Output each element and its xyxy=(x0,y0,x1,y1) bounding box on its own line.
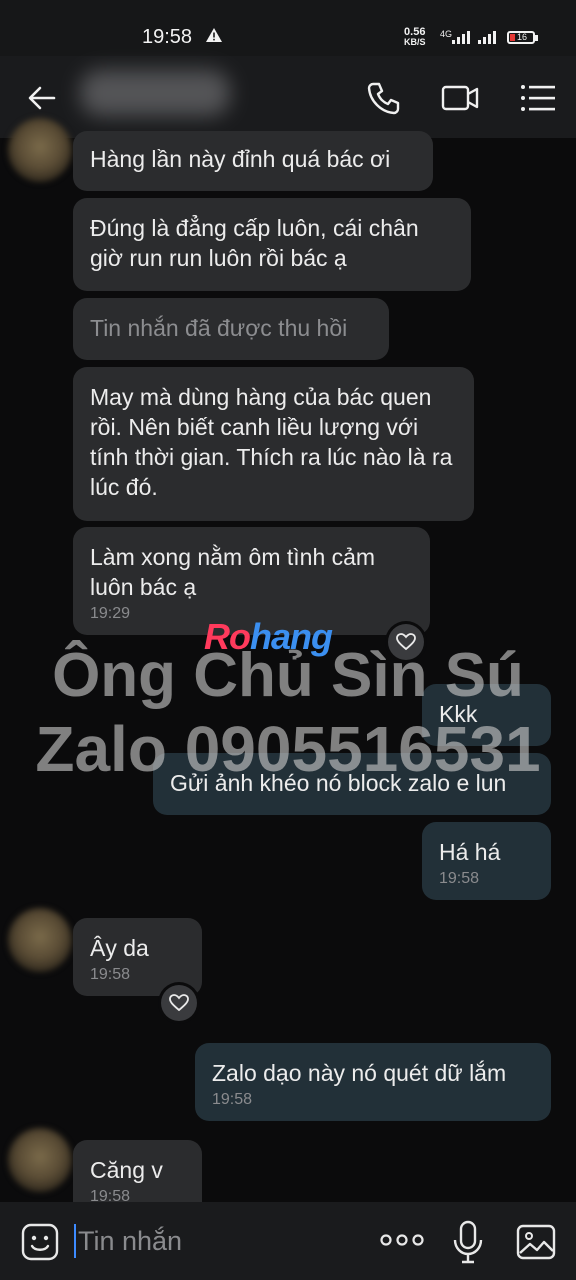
message-text: Zalo dạo này nó quét dữ lắm xyxy=(212,1060,507,1086)
message-text: May mà dùng hàng của bác quen rồi. Nên b… xyxy=(90,384,453,500)
message-text: Hàng lần này đỉnh quá bác ơi xyxy=(90,146,391,172)
watermark-line-1: Ông Chủ Sìn Sú xyxy=(52,641,524,710)
battery-level: 16 xyxy=(517,32,528,42)
message-bubble-incoming[interactable]: Hàng lần này đỉnh quá bác ơi xyxy=(73,131,433,191)
message-text: Làm xong nằm ôm tình cảm luôn bác ạ xyxy=(90,544,376,600)
warning-icon xyxy=(206,28,222,42)
message-bubble-incoming[interactable]: May mà dùng hàng của bác quen rồi. Nên b… xyxy=(73,367,474,521)
signal-icon xyxy=(452,30,470,44)
react-heart-button[interactable] xyxy=(161,985,197,1021)
message-time: 19:58 xyxy=(439,870,480,887)
message-time: 19:58 xyxy=(90,1188,131,1202)
back-arrow-icon[interactable] xyxy=(24,80,60,116)
avatar[interactable] xyxy=(8,1128,72,1192)
message-text: Đúng là đẳng cấp luôn, cái chân giờ run … xyxy=(90,215,419,271)
message-bubble-incoming[interactable]: Đúng là đẳng cấp luôn, cái chân giờ run … xyxy=(73,198,471,291)
recalled-message-text: Tin nhắn đã được thu hồi xyxy=(90,315,348,341)
network-type: 4G xyxy=(440,29,453,39)
net-speed-unit: KB/S xyxy=(404,37,426,47)
signal-icon-2 xyxy=(478,30,496,44)
menu-list-icon[interactable] xyxy=(518,78,558,118)
message-time: 19:58 xyxy=(90,966,131,983)
heart-icon xyxy=(169,994,189,1012)
message-bubble-incoming[interactable]: Ây da 19:58 xyxy=(73,918,202,996)
message-text: Căng v xyxy=(90,1157,163,1183)
message-time: 19:58 xyxy=(212,1091,253,1108)
text-caret xyxy=(74,1224,76,1258)
watermark-line-2: Zalo 0905516531 xyxy=(35,713,541,785)
avatar[interactable] xyxy=(8,908,72,972)
message-text: Há há xyxy=(439,839,501,865)
message-bubble-outgoing[interactable]: Há há 19:58 xyxy=(422,822,551,900)
phone-icon[interactable] xyxy=(364,78,404,118)
more-dots-icon[interactable] xyxy=(380,1232,424,1248)
battery-cap xyxy=(535,35,538,41)
avatar[interactable] xyxy=(8,118,72,182)
status-time: 19:58 xyxy=(142,26,193,48)
emoji-icon[interactable] xyxy=(20,1222,60,1262)
message-text: Ây da xyxy=(90,935,149,961)
message-bubble-recalled[interactable]: Tin nhắn đã được thu hồi xyxy=(73,298,389,360)
battery-icon: 16 xyxy=(507,31,535,44)
net-speed: 0.56 KB/S xyxy=(404,27,426,47)
message-bubble-outgoing[interactable]: Zalo dạo này nó quét dữ lắm 19:58 xyxy=(195,1043,551,1121)
message-bubble-incoming[interactable]: Căng v 19:58 xyxy=(73,1140,202,1202)
video-call-icon[interactable] xyxy=(440,78,480,118)
status-bar: 19:58 0.56 KB/S 4G 16 xyxy=(0,0,576,56)
microphone-icon[interactable] xyxy=(452,1220,484,1264)
image-icon[interactable] xyxy=(516,1222,556,1262)
message-input[interactable]: Tin nhắn xyxy=(78,1226,182,1257)
chat-header xyxy=(0,56,576,138)
contact-name-blurred[interactable] xyxy=(80,70,230,116)
message-input-bar: Tin nhắn xyxy=(0,1202,576,1280)
